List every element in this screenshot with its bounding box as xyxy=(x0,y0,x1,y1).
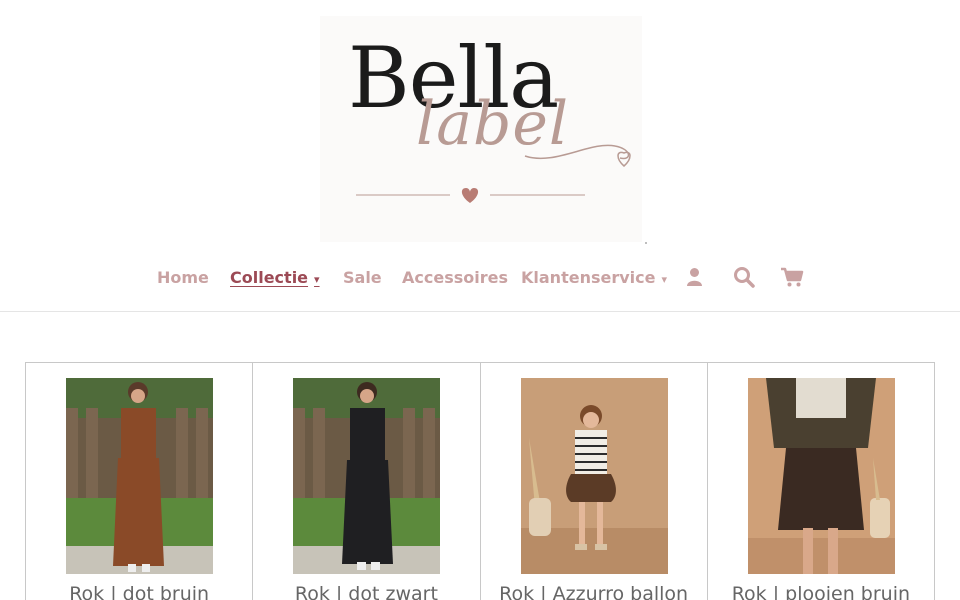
account-icon[interactable] xyxy=(686,266,703,292)
cart-icon[interactable] xyxy=(780,266,804,292)
nav-label: Home xyxy=(157,268,209,287)
chevron-down-icon: ▾ xyxy=(314,273,320,286)
chevron-down-icon: ▾ xyxy=(661,273,668,286)
search-icon[interactable] xyxy=(733,266,755,292)
nav-label: Sale xyxy=(343,268,382,287)
product-title[interactable]: Rok | plooien bruin xyxy=(708,583,934,600)
product-card[interactable]: Rok | dot zwart xyxy=(253,363,481,600)
nav-item-collectie[interactable]: Collectie ▾ xyxy=(230,268,320,287)
product-card[interactable]: Rok | plooien bruin xyxy=(708,363,934,600)
nav-label: Accessoires xyxy=(402,268,508,287)
nav-item-home[interactable]: Home xyxy=(157,268,209,287)
nav-item-sale[interactable]: Sale xyxy=(343,268,382,287)
product-title[interactable]: Rok | dot zwart xyxy=(253,583,479,600)
product-image[interactable] xyxy=(66,378,213,574)
heart-icon xyxy=(461,188,479,203)
brand-logo[interactable]: Bella label xyxy=(320,16,642,242)
product-title[interactable]: Rok | Azzurro ballon xyxy=(481,583,707,600)
nav-item-klantenservice[interactable]: Klantenservice ▾ xyxy=(521,268,667,287)
divider-dot xyxy=(645,242,647,244)
logo-text-label: label xyxy=(416,89,570,159)
product-image[interactable] xyxy=(747,378,895,574)
nav-item-accessoires[interactable]: Accessoires xyxy=(402,268,508,287)
product-card[interactable]: Rok | dot bruin xyxy=(26,363,254,600)
nav-label: Klantenservice xyxy=(521,268,656,287)
product-title[interactable]: Rok | dot bruin xyxy=(26,583,252,600)
product-image[interactable] xyxy=(293,378,441,574)
product-grid: Rok | dot bruin Rok | dot zwart Rok | Az… xyxy=(25,362,935,600)
nav-label: Collectie xyxy=(230,268,309,287)
main-navigation: Home Collectie ▾ Sale Accessoires Klanten… xyxy=(0,256,960,312)
product-card[interactable]: Rok | Azzurro ballon xyxy=(481,363,708,600)
product-image[interactable] xyxy=(520,378,668,574)
